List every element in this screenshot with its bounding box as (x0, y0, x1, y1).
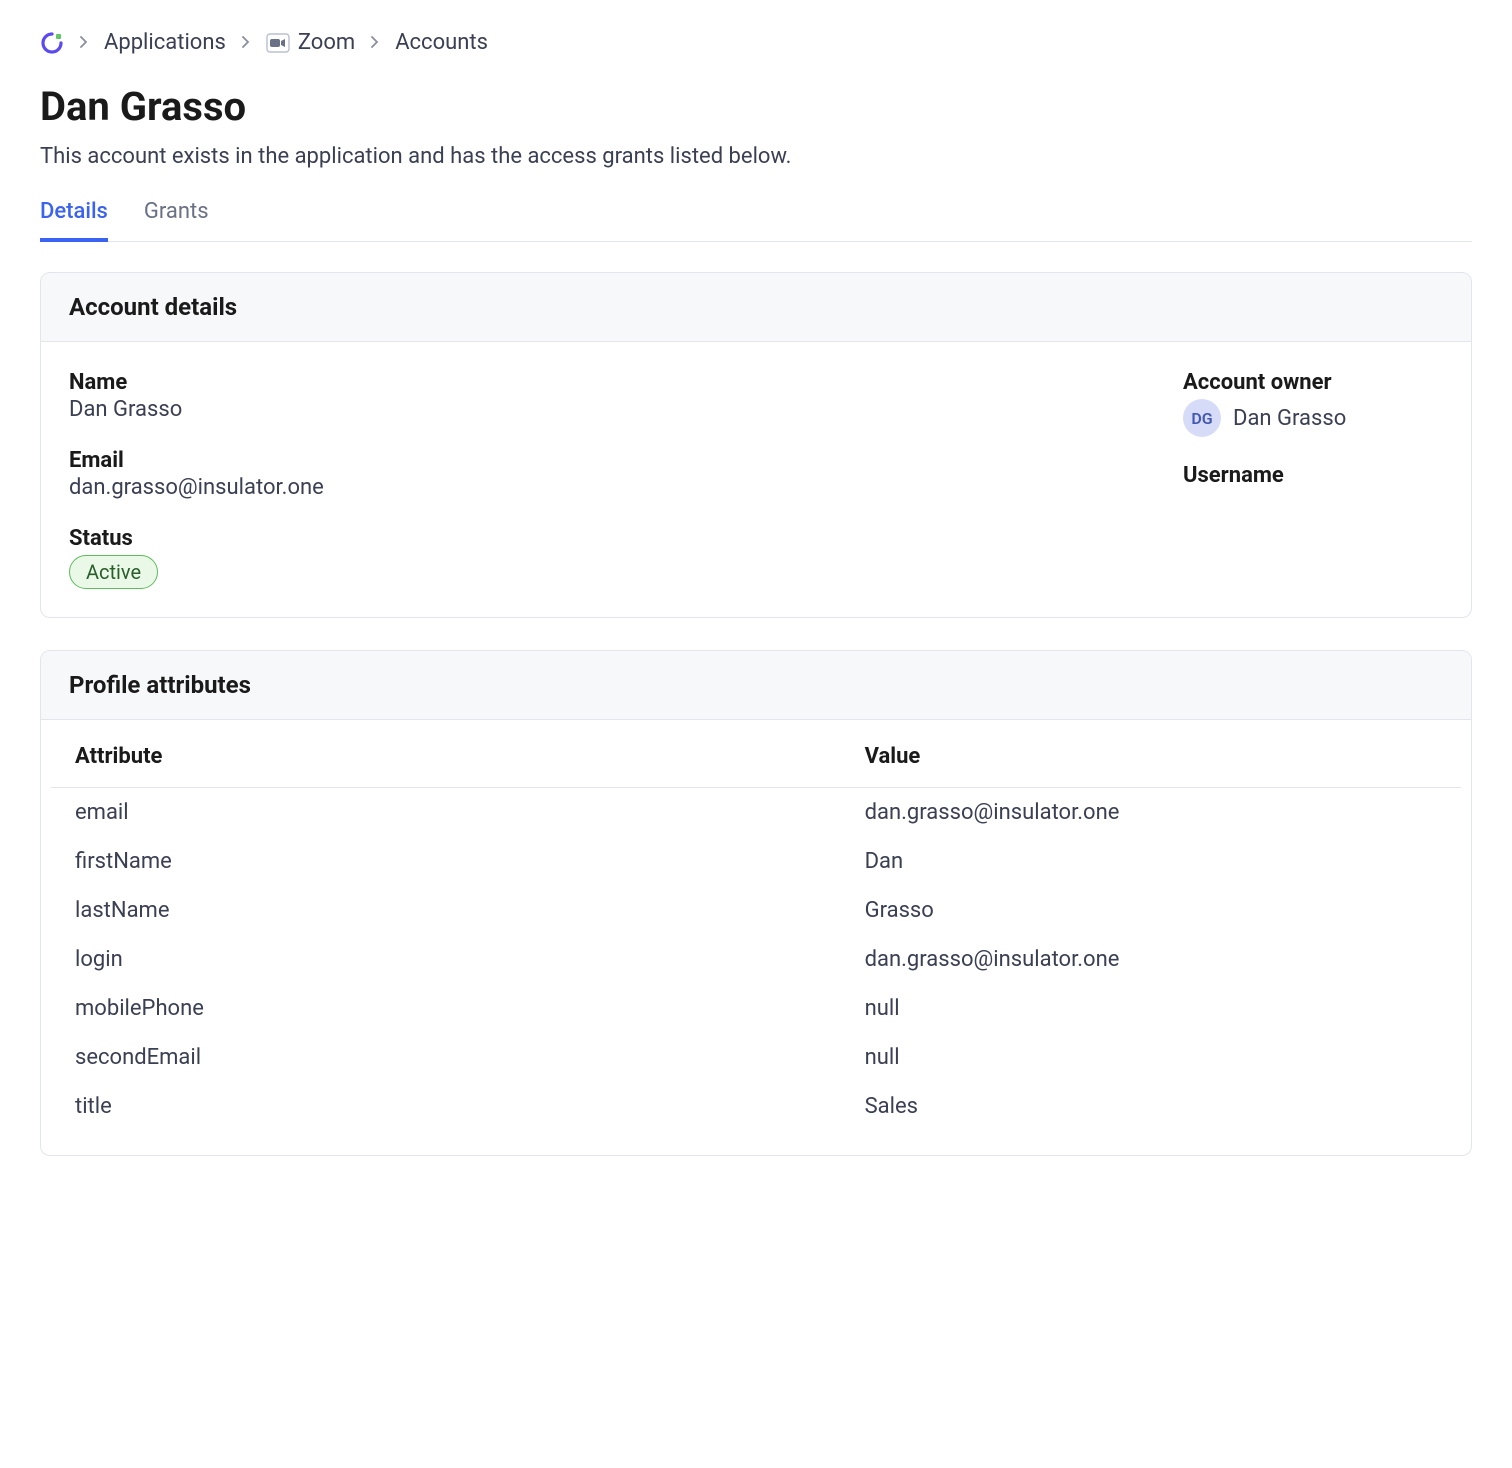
field-owner: Account owner DG Dan Grasso (1183, 370, 1443, 437)
attr-name: login (51, 935, 841, 984)
table-row: firstNameDan (51, 837, 1461, 886)
field-username: Username (1183, 463, 1443, 490)
table-row: emaildan.grasso@insulator.one (51, 788, 1461, 838)
page-subtitle: This account exists in the application a… (40, 144, 1472, 169)
table-row: mobilePhonenull (51, 984, 1461, 1033)
owner-label: Account owner (1183, 370, 1443, 395)
table-row: logindan.grasso@insulator.one (51, 935, 1461, 984)
zoom-app-icon (266, 31, 290, 55)
field-name: Name Dan Grasso (69, 370, 1103, 422)
col-value: Value (841, 730, 1461, 788)
chevron-right-icon (369, 32, 381, 53)
attr-value: Grasso (841, 886, 1461, 935)
status-badge: Active (69, 555, 158, 589)
status-label: Status (69, 526, 1103, 551)
breadcrumb-accounts[interactable]: Accounts (395, 30, 488, 55)
attr-value: Sales (841, 1082, 1461, 1131)
attr-value: Dan (841, 837, 1461, 886)
table-row: secondEmailnull (51, 1033, 1461, 1082)
chevron-right-icon (78, 32, 90, 53)
name-label: Name (69, 370, 1103, 395)
attr-name: title (51, 1082, 841, 1131)
avatar: DG (1183, 399, 1221, 437)
col-attribute: Attribute (51, 730, 841, 788)
attr-value: null (841, 1033, 1461, 1082)
breadcrumb-app[interactable]: Zoom (266, 30, 355, 55)
attributes-table: Attribute Value emaildan.grasso@insulato… (51, 730, 1461, 1131)
page-title: Dan Grasso (40, 83, 1472, 130)
breadcrumb: Applications Zoom Accounts (40, 30, 1472, 55)
email-value: dan.grasso@insulator.one (69, 475, 1103, 500)
tabs: Details Grants (40, 199, 1472, 242)
table-row: titleSales (51, 1082, 1461, 1131)
attr-value: dan.grasso@insulator.one (841, 788, 1461, 838)
attr-value: dan.grasso@insulator.one (841, 935, 1461, 984)
profile-attributes-header: Profile attributes (41, 651, 1471, 720)
home-logo-icon[interactable] (40, 31, 64, 55)
chevron-right-icon (240, 32, 252, 53)
field-status: Status Active (69, 526, 1103, 589)
account-details-header: Account details (41, 273, 1471, 342)
table-row: lastNameGrasso (51, 886, 1461, 935)
attr-name: firstName (51, 837, 841, 886)
breadcrumb-applications[interactable]: Applications (104, 30, 226, 55)
attr-name: lastName (51, 886, 841, 935)
account-details-card: Account details Name Dan Grasso Email da… (40, 272, 1472, 618)
email-label: Email (69, 448, 1103, 473)
breadcrumb-app-label: Zoom (298, 30, 355, 55)
field-email: Email dan.grasso@insulator.one (69, 448, 1103, 500)
attr-name: secondEmail (51, 1033, 841, 1082)
owner-name: Dan Grasso (1233, 406, 1346, 431)
attr-value: null (841, 984, 1461, 1033)
tab-details[interactable]: Details (40, 199, 108, 242)
attr-name: mobilePhone (51, 984, 841, 1033)
tab-grants[interactable]: Grants (144, 199, 209, 242)
attr-name: email (51, 788, 841, 838)
profile-attributes-card: Profile attributes Attribute Value email… (40, 650, 1472, 1156)
name-value: Dan Grasso (69, 397, 1103, 422)
username-label: Username (1183, 463, 1443, 488)
